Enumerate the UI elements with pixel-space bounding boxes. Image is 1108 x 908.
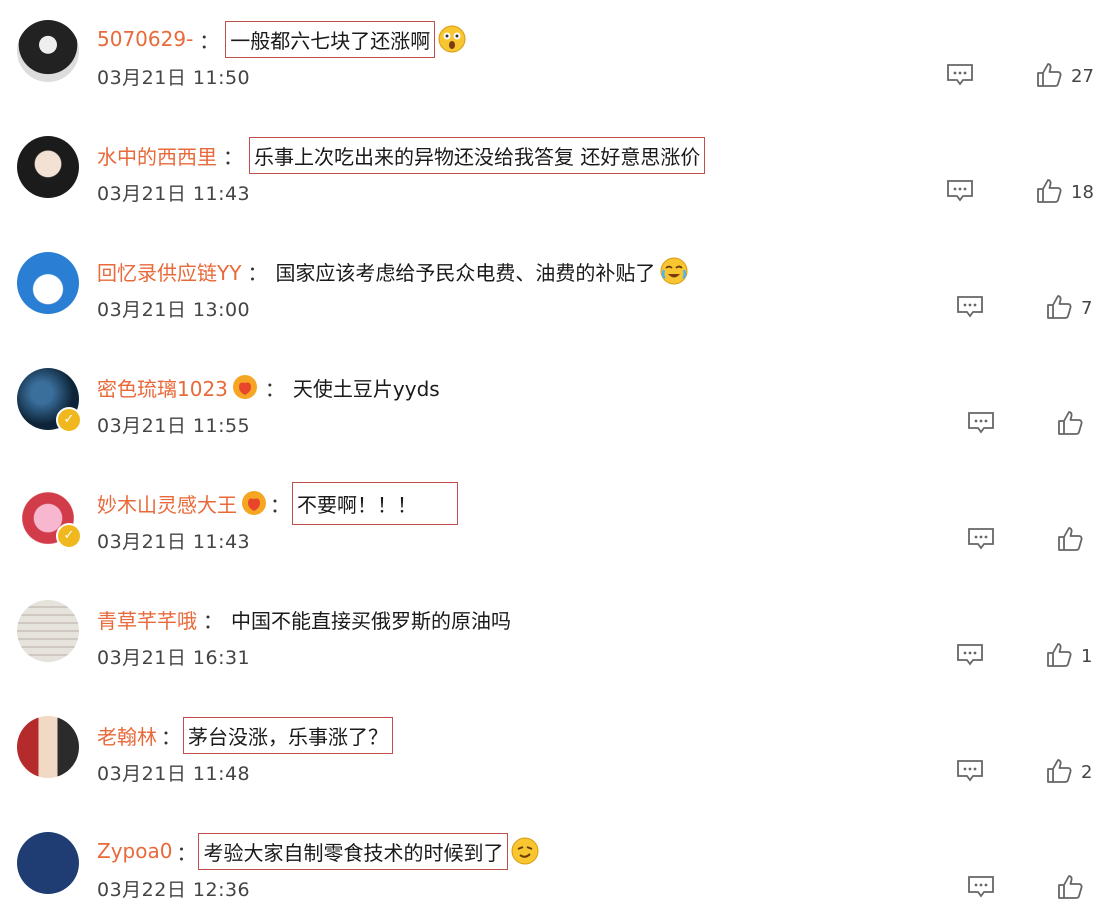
like-count: 2 — [1081, 762, 1093, 783]
avatar[interactable] — [17, 716, 79, 778]
comment-item: 水中的西西里 ： 乐事上次吃出来的异物还没给我答复 还好意思涨价 03月21日 … — [0, 116, 1108, 232]
username[interactable]: 妙木山灵感大王 — [97, 489, 237, 518]
separator: ： — [176, 840, 197, 865]
comment-icon[interactable] — [967, 527, 995, 551]
comment-time: 03月21日 13:00 — [97, 299, 251, 321]
avatar[interactable] — [17, 136, 79, 198]
comment-item: 老翰林 ： 茅台没涨，乐事涨了？ 03月21日 11:48 2 — [0, 696, 1108, 812]
comment-text: 一般都六七块了还涨啊 — [225, 20, 436, 58]
comment-item: ✓ 妙木山灵感大王 ： 不要啊！！！ 03月21日 11:43 — [0, 464, 1108, 580]
comment-text: 考验大家自制零食技术的时候到了 — [198, 832, 509, 870]
comment-item: ✓ 密色琉璃1023 ： 天使土豆片yyds 03月21日 11:55 — [0, 348, 1108, 464]
comment-time: 03月21日 11:55 — [97, 415, 251, 437]
thumbs-up-icon[interactable] — [1046, 642, 1072, 668]
comment-icon[interactable] — [967, 411, 995, 435]
username[interactable]: 5070629- — [97, 27, 193, 51]
thumbs-up-icon[interactable] — [1057, 874, 1083, 900]
like-count: 7 — [1081, 298, 1093, 319]
comment-time: 03月22日 12:36 — [97, 879, 251, 901]
comment-icon[interactable] — [946, 63, 974, 87]
comment-item: Zypoa0 ： 考验大家自制零食技术的时候到了 03月22日 12:36 — [0, 812, 1108, 908]
fan-badge-icon — [240, 489, 268, 517]
separator: ： — [264, 376, 285, 401]
username[interactable]: 老翰林 — [97, 721, 157, 750]
separator: ： — [223, 144, 243, 169]
avatar[interactable] — [17, 600, 79, 662]
comment-time: 03月21日 11:43 — [97, 531, 251, 553]
comment-text: 天使土豆片yyds — [292, 376, 440, 401]
separator: ： — [161, 724, 181, 749]
separator: ： — [199, 28, 220, 53]
username[interactable]: 回忆录供应链YY — [97, 257, 241, 286]
comment-time: 03月21日 16:31 — [97, 647, 251, 669]
shocked-face-icon — [438, 25, 466, 53]
separator: ： — [270, 492, 290, 517]
comment-item: 回忆录供应链YY ： 国家应该考虑给予民众电费、油费的补贴了 03月21日 13… — [0, 232, 1108, 348]
comment-item: 5070629- ： 一般都六七块了还涨啊 03月21日 11:50 27 — [0, 0, 1108, 116]
comment-icon[interactable] — [956, 643, 984, 667]
thumbs-up-icon[interactable] — [1046, 758, 1072, 784]
comment-time: 03月21日 11:43 — [97, 183, 251, 205]
avatar[interactable] — [17, 832, 79, 894]
comment-icon[interactable] — [967, 875, 995, 899]
like-count: 1 — [1081, 646, 1093, 667]
separator: ： — [203, 608, 223, 633]
comment-text: 乐事上次吃出来的异物还没给我答复 还好意思涨价 — [249, 136, 706, 174]
username[interactable]: 密色琉璃1023 — [97, 373, 228, 402]
thumbs-up-icon[interactable] — [1036, 178, 1062, 204]
username[interactable]: 水中的西西里 — [97, 141, 217, 170]
comment-time: 03月21日 11:50 — [97, 67, 251, 89]
avatar[interactable] — [17, 252, 79, 314]
username[interactable]: 青草芊芊哦 — [97, 605, 197, 634]
fan-badge-icon — [231, 373, 259, 401]
avatar[interactable] — [17, 20, 79, 82]
comment-text: 国家应该考虑给予民众电费、油费的补贴了 — [275, 260, 656, 285]
crying-face-icon — [660, 257, 688, 285]
verified-badge-icon: ✓ — [56, 407, 82, 433]
thumbs-up-icon[interactable] — [1036, 62, 1062, 88]
comment-text: 中国不能直接买俄罗斯的原油吗 — [231, 608, 511, 633]
username[interactable]: Zypoa0 — [97, 839, 172, 863]
comment-icon[interactable] — [946, 179, 974, 203]
comment-text: 茅台没涨，乐事涨了？ — [183, 716, 393, 754]
like-count: 18 — [1071, 182, 1094, 203]
comment-icon[interactable] — [956, 759, 984, 783]
verified-badge-icon: ✓ — [56, 523, 82, 549]
like-count: 27 — [1071, 66, 1094, 87]
comment-time: 03月21日 11:48 — [97, 763, 251, 785]
thumbs-up-icon[interactable] — [1046, 294, 1072, 320]
comment-icon[interactable] — [956, 295, 984, 319]
comment-text: 不要啊！！！ — [292, 481, 458, 525]
comment-item: 青草芊芊哦 ： 中国不能直接买俄罗斯的原油吗 03月21日 16:31 1 — [0, 580, 1108, 696]
thumbs-up-icon[interactable] — [1057, 410, 1083, 436]
thumbs-up-icon[interactable] — [1057, 526, 1083, 552]
sly-face-icon — [511, 837, 539, 865]
separator: ： — [247, 260, 268, 285]
